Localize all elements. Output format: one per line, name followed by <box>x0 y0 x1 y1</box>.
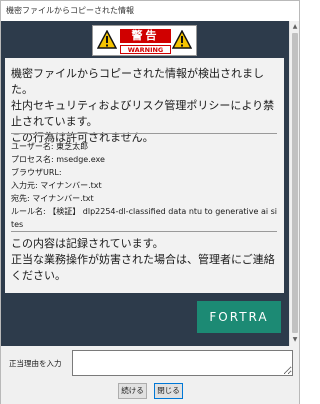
close-button[interactable]: 閉じる <box>154 383 183 399</box>
alert-content-area: 警告 WARNING 機密ファイルからコピーされた情報が検出されました。 社内セ… <box>1 21 289 346</box>
detail-rule: ルール名: 【検証】 dlp2254-dl-classified data nt… <box>11 207 278 229</box>
continue-button[interactable]: 続ける <box>118 383 147 399</box>
reason-bar: 正当理由を入力 続ける 閉じる <box>1 346 299 404</box>
divider <box>11 231 277 232</box>
footer-message-line: 正当な業務操作が妨害された場合は、管理者にご連絡ください。 <box>11 253 275 282</box>
alert-message-line: 社内セキュリティおよびリスク管理ポリシーにより禁止されています。 <box>11 99 275 128</box>
footer-message-line: この内容は記録されています。 <box>11 237 164 250</box>
alert-message: 機密ファイルからコピーされた情報が検出されました。 社内セキュリティおよびリスク… <box>11 66 277 146</box>
message-panel: 機密ファイルからコピーされた情報が検出されました。 社内セキュリティおよびリスク… <box>5 58 284 293</box>
title-bar: 機密ファイルからコピーされた情報 <box>1 1 299 21</box>
footer-message: この内容は記録されています。 正当な業務操作が妨害された場合は、管理者にご連絡く… <box>11 236 277 284</box>
scroll-down-icon[interactable]: ▼ <box>291 336 299 344</box>
vertical-scrollbar[interactable]: ▲ ▼ <box>289 21 299 346</box>
window-title: 機密ファイルからコピーされた情報 <box>6 6 134 15</box>
scrollbar-thumb[interactable] <box>292 33 298 333</box>
warning-title-en: WARNING <box>120 45 171 54</box>
detail-browser-url: ブラウザURL: <box>11 168 62 177</box>
alert-message-line: 機密ファイルからコピーされた情報が検出されました。 <box>11 67 264 96</box>
divider <box>11 133 277 134</box>
detail-process: プロセス名: msedge.exe <box>11 155 105 164</box>
reason-input[interactable] <box>72 350 293 376</box>
warning-title-jp: 警告 <box>120 29 171 43</box>
fortra-logo: FORTRA <box>197 301 281 333</box>
detail-user: ユーザー名: 東芝太郎 <box>11 142 89 151</box>
warning-sign: 警告 WARNING <box>92 25 197 56</box>
warning-label-group: 警告 WARNING <box>120 29 171 54</box>
warning-triangle-icon <box>172 30 192 49</box>
detail-destination: 宛先: マイナンバー.txt <box>11 194 94 203</box>
warning-triangle-icon <box>97 30 117 49</box>
detail-source: 入力元: マイナンバー.txt <box>11 181 102 190</box>
reason-label: 正当理由を入力 <box>9 359 62 368</box>
dlp-alert-window: 機密ファイルからコピーされた情報 警告 WARNING 機密ファイルからコピーさ… <box>0 0 300 404</box>
scroll-up-icon[interactable]: ▲ <box>291 23 299 31</box>
incident-details: ユーザー名: 東芝太郎 プロセス名: msedge.exe ブラウザURL: 入… <box>11 140 277 231</box>
